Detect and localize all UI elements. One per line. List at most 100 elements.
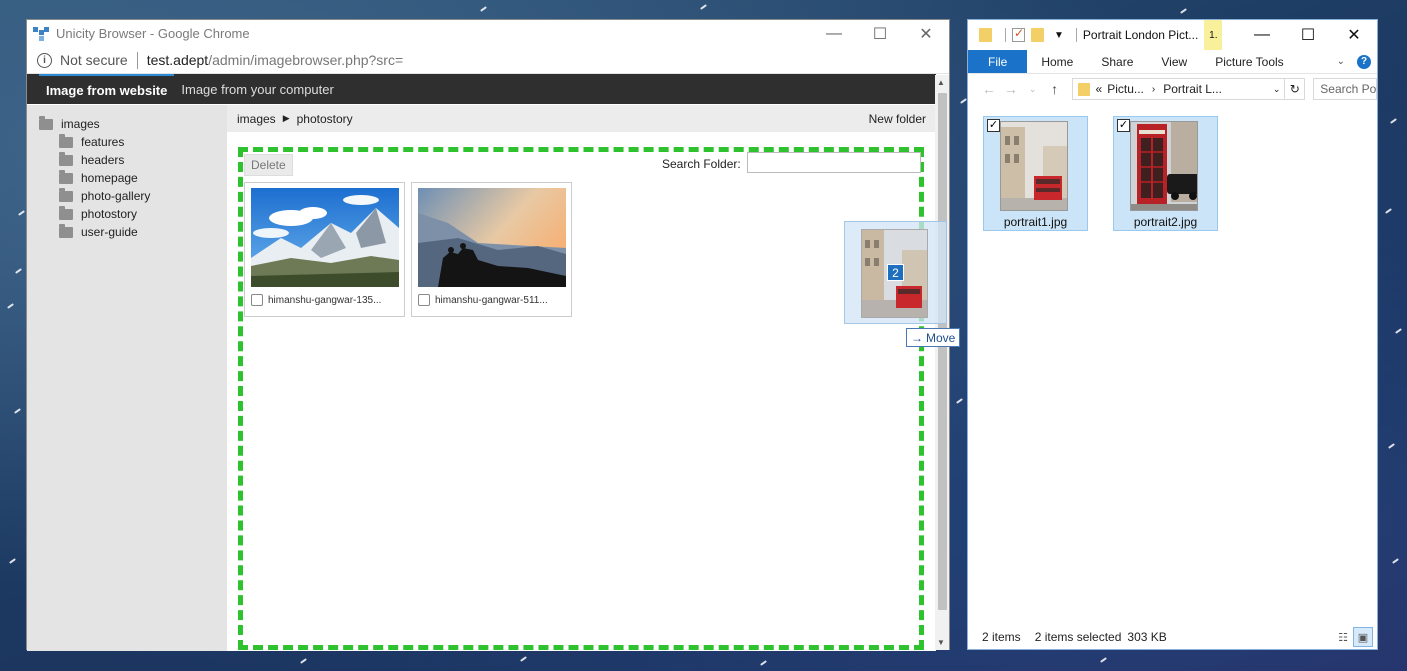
drag-preview: 2 [844, 221, 947, 324]
explorer-close-button[interactable]: ✕ [1331, 20, 1377, 50]
scroll-down-icon[interactable]: ▼ [937, 638, 945, 647]
address-segment-pictures[interactable]: Pictu... [1107, 82, 1144, 96]
sunset-mountains-thumbnail[interactable] [418, 188, 566, 287]
ribbon-tabs: File Home Share View Picture Tools ⌄ ? [968, 50, 1377, 74]
selection-count: 2 items selected [1034, 630, 1122, 644]
folder-contents: images ▶ photostory New folder Delete Se… [227, 105, 936, 651]
tree-item-user-guide[interactable]: user-guide [27, 223, 227, 241]
file-item[interactable]: ✓ portrait2.jpg [1113, 116, 1218, 231]
tree-item-label: photostory [81, 207, 138, 221]
properties-icon[interactable] [1012, 26, 1025, 42]
portrait-street-thumbnail[interactable] [1000, 121, 1068, 211]
explorer-title-bar[interactable]: ▼ Portrait London Pict... 1. — ☐ ✕ [968, 20, 1377, 50]
address-overflow[interactable]: « [1096, 82, 1103, 96]
tree-item-features[interactable]: features [27, 133, 227, 151]
large-icons-view-icon[interactable]: ▣ [1353, 627, 1373, 647]
file-explorer-window: ▼ Portrait London Pict... 1. — ☐ ✕ File … [967, 19, 1378, 650]
address-bar[interactable]: i Not secure test.adept/admin/imagebrows… [27, 47, 949, 74]
maximize-button[interactable]: ☐ [857, 21, 903, 47]
new-folder-icon[interactable] [1031, 28, 1044, 42]
url-host[interactable]: test.adept [147, 52, 209, 68]
file-item[interactable]: ✓ portrait1.jpg [983, 116, 1088, 231]
explorer-minimize-button[interactable]: — [1239, 20, 1285, 50]
tree-item-label: features [81, 135, 125, 149]
tab-file[interactable]: File [968, 50, 1028, 73]
back-arrow-icon[interactable]: ← [978, 81, 1000, 97]
scroll-thumb[interactable] [938, 93, 947, 610]
image-select-checkbox[interactable] [251, 294, 263, 306]
new-folder-button[interactable]: New folder [869, 112, 926, 126]
tab-picture-tools[interactable]: Picture Tools [1201, 50, 1297, 73]
page-scrollbar[interactable]: ▲ ▼ [935, 75, 949, 650]
tree-item-images[interactable]: images [27, 115, 227, 133]
scroll-up-icon[interactable]: ▲ [937, 78, 945, 87]
tree-item-photo-gallery[interactable]: photo-gallery [27, 187, 227, 205]
url-path[interactable]: /admin/imagebrowser.php?src= [208, 52, 403, 68]
upload-dropzone[interactable]: Delete Search Folder: himanshu-gangwar-1… [238, 147, 924, 650]
phone-booth-thumbnail[interactable] [1130, 121, 1198, 211]
folder-icon [59, 187, 73, 202]
tab-image-from-website[interactable]: Image from website [39, 74, 175, 104]
close-button[interactable]: ✕ [903, 21, 949, 47]
chrome-window: Unicity Browser - Google Chrome — ☐ ✕ i … [26, 19, 950, 651]
breadcrumb-photostory[interactable]: photostory [297, 112, 353, 126]
address-dropdown-icon[interactable]: ⌄ [1273, 84, 1281, 95]
minimize-icon: — [1254, 26, 1270, 43]
folder-tree: images features headers homepage photo-g… [27, 105, 227, 651]
file-select-checkbox[interactable]: ✓ [1117, 119, 1130, 132]
source-tabs: Image from website Image from your compu… [27, 74, 936, 104]
tab-share[interactable]: Share [1087, 50, 1147, 73]
tab-home[interactable]: Home [1027, 50, 1087, 73]
tree-item-homepage[interactable]: homepage [27, 169, 227, 187]
search-folder-label: Search Folder: [662, 157, 741, 171]
image-filename: himanshu-gangwar-511... [435, 294, 548, 306]
breadcrumb-images[interactable]: images [237, 112, 276, 126]
delete-button[interactable]: Delete [244, 154, 293, 176]
window-title: Unicity Browser - Google Chrome [56, 26, 250, 41]
explorer-maximize-button[interactable]: ☐ [1285, 20, 1331, 50]
move-label: Move [926, 330, 956, 345]
image-select-checkbox[interactable] [418, 294, 430, 306]
breadcrumb: images ▶ photostory New folder [227, 105, 936, 132]
folder-icon [59, 169, 73, 184]
close-icon: ✕ [1347, 27, 1361, 44]
recent-locations-icon[interactable]: ⌄ [1022, 84, 1044, 95]
up-arrow-icon[interactable]: ↑ [1044, 81, 1066, 97]
tab-view[interactable]: View [1147, 50, 1201, 73]
item-count: 2 items [982, 630, 1021, 644]
tree-item-label: photo-gallery [81, 189, 151, 203]
image-card[interactable]: himanshu-gangwar-511... [411, 182, 572, 317]
search-folder-input[interactable] [747, 152, 921, 173]
info-icon[interactable]: i [37, 52, 52, 68]
tree-item-headers[interactable]: headers [27, 151, 227, 169]
explorer-address-bar[interactable]: « Pictu... › Portrait L... ⌄ [1071, 78, 1286, 100]
security-label[interactable]: Not secure [60, 52, 128, 68]
file-select-checkbox[interactable]: ✓ [987, 119, 1000, 132]
refresh-icon[interactable]: ↻ [1285, 78, 1306, 100]
manage-context-tab[interactable]: 1. [1204, 20, 1223, 50]
folder-icon [59, 151, 73, 166]
folder-icon [39, 115, 53, 130]
folder-icon [979, 28, 992, 42]
tree-item-photostory[interactable]: photostory [27, 205, 227, 223]
mountain-snow-thumbnail[interactable] [251, 188, 399, 287]
explorer-search-input[interactable]: Search Po... [1313, 78, 1377, 100]
help-icon[interactable]: ? [1357, 54, 1371, 69]
chrome-title-bar[interactable]: Unicity Browser - Google Chrome — ☐ ✕ [27, 20, 949, 47]
tree-item-label: images [61, 117, 100, 131]
file-name: portrait2.jpg [1133, 215, 1198, 229]
file-name: portrait1.jpg [1003, 215, 1068, 229]
forward-arrow-icon[interactable]: → [1000, 81, 1022, 97]
address-chevron-icon[interactable]: › [1152, 84, 1155, 95]
tab-image-from-computer[interactable]: Image from your computer [174, 74, 340, 104]
expand-ribbon-icon[interactable]: ⌄ [1337, 56, 1345, 67]
minimize-icon: — [826, 24, 842, 42]
image-card[interactable]: himanshu-gangwar-135... [244, 182, 405, 317]
address-separator [136, 51, 138, 69]
quick-access-dropdown-icon[interactable]: ▼ [1054, 30, 1064, 41]
address-segment-portrait[interactable]: Portrait L... [1163, 82, 1222, 96]
breadcrumb-arrow-icon: ▶ [282, 113, 290, 123]
minimize-button[interactable]: — [811, 21, 857, 47]
maximize-icon: ☐ [872, 25, 888, 43]
details-view-icon[interactable]: ☷ [1333, 627, 1353, 647]
